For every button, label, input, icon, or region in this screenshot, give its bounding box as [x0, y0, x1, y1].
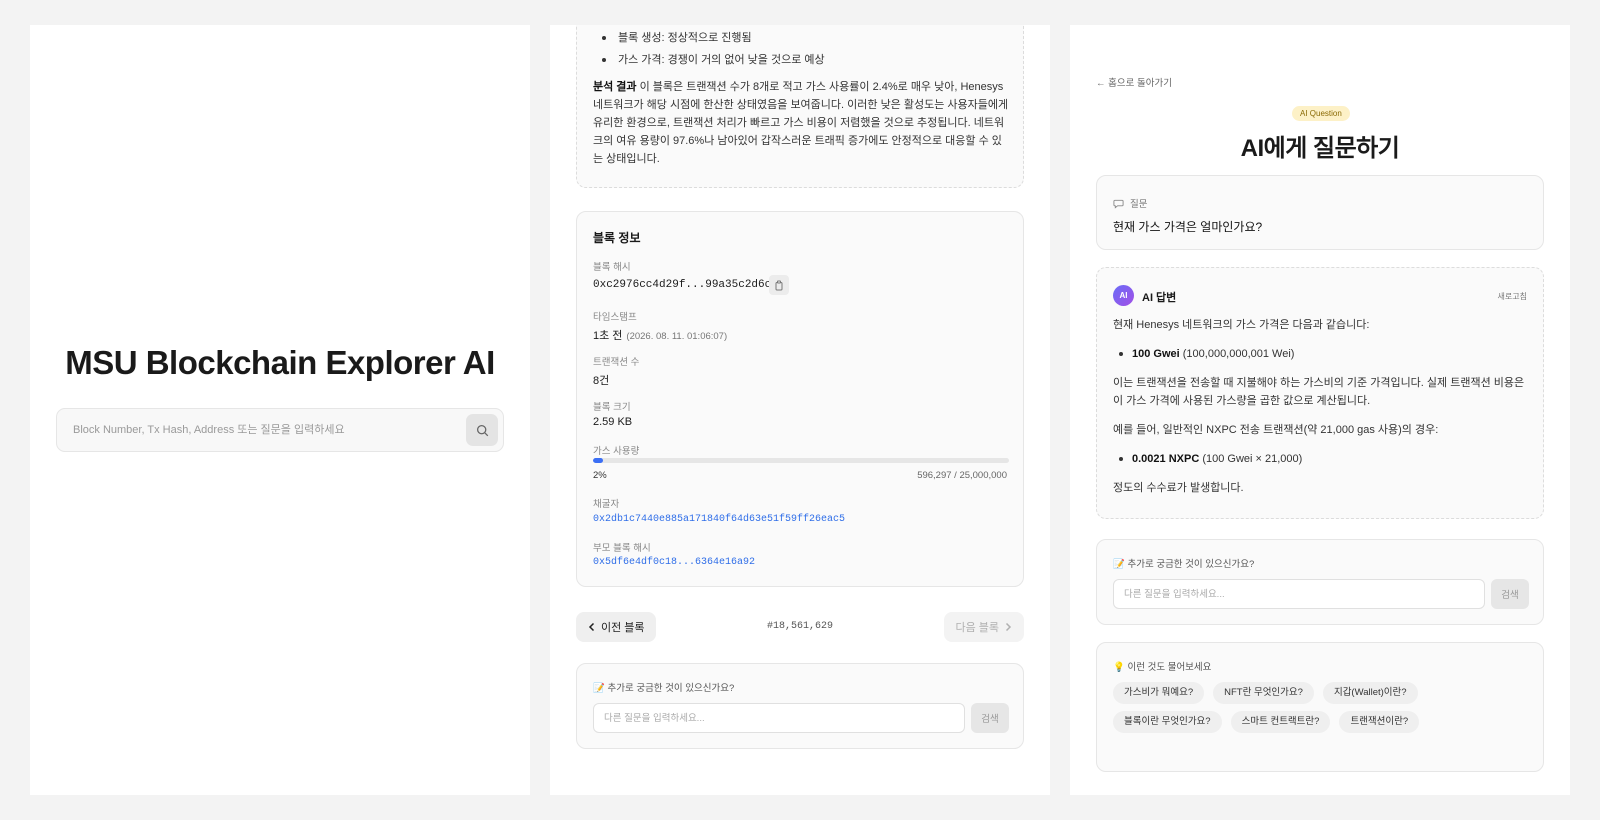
question-card: 질문 현재 가스 가격은 얼마인가요?: [1096, 175, 1544, 250]
home-title: MSU Blockchain Explorer AI: [65, 344, 495, 381]
analysis-bullets: 블록 생성: 정상적으로 진행됨 가스 가격: 경쟁이 거의 없어 낮을 것으로…: [602, 30, 825, 74]
answer-bullet-bold: 100 Gwei: [1132, 348, 1180, 360]
parent-hash-label: 부모 블록 해시: [593, 543, 651, 554]
page-title: AI에게 질문하기: [1240, 135, 1400, 162]
back-home-link[interactable]: ← 홈으로 돌아가기: [1096, 75, 1172, 89]
timestamp-relative: 1초 전: [593, 330, 623, 342]
block-info-title: 블록 정보: [593, 231, 641, 245]
ai-question-panel: ← 홈으로 돌아가기 AI Question AI에게 질문하기 질문 현재 가…: [1070, 25, 1570, 795]
block-navigation: 이전 블록 #18,561,629 다음 블록: [576, 612, 1024, 642]
timestamp-label: 타임스탬프: [593, 312, 637, 323]
followup-search-button[interactable]: 검색: [1491, 579, 1529, 609]
ai-avatar: AI: [1113, 285, 1134, 306]
analysis-result-text: 이 블록은 트랜잭션 수가 8개로 적고 가스 사용률이 2.4%로 매우 낮아…: [593, 81, 1009, 165]
answer-paragraph: 예를 들어, 일반적인 NXPC 전송 트랜잭션(약 21,000 gas 사용…: [1113, 424, 1439, 436]
suggestion-chip[interactable]: 블록이란 무엇인가요?: [1113, 711, 1222, 733]
analysis-result-label: 분석 결과: [593, 81, 637, 93]
block-size-label: 블록 크기: [593, 402, 631, 413]
answer-bullet-bold: 0.0021 NXPC: [1132, 453, 1200, 465]
search-icon: [476, 424, 488, 436]
block-hash-label: 블록 해시: [593, 262, 631, 273]
answer-card: AI AI 답변 새로고침 현재 Henesys 네트워크의 가스 가격은 다음…: [1096, 267, 1544, 519]
answer-intro: 현재 Henesys 네트워크의 가스 가격은 다음과 같습니다:: [1113, 319, 1370, 331]
answer-body: 현재 Henesys 네트워크의 가스 가격은 다음과 같습니다: 100 Gw…: [1113, 316, 1531, 508]
gas-usage-fill: [593, 458, 603, 463]
gas-usage-percent: 2%: [593, 470, 607, 481]
timestamp-absolute: (2026. 08. 11. 01:06:07): [626, 331, 728, 342]
question-label-row: 질문: [1113, 196, 1147, 210]
analysis-bullet: 블록 생성: 정상적으로 진행됨: [602, 30, 825, 52]
block-info-card: 블록 정보 블록 해시 0xc2976cc4d29f...99a35c2d6c …: [576, 211, 1024, 587]
suggestions-label: 💡 이런 것도 물어보세요: [1113, 662, 1212, 673]
followup-input[interactable]: [1113, 579, 1485, 609]
suggestions-card: 💡 이런 것도 물어보세요 가스비가 뭐예요? NFT란 무엇인가요? 지갑(W…: [1096, 642, 1544, 772]
timestamp-value: 1초 전 (2026. 08. 11. 01:06:07): [593, 327, 727, 343]
answer-title: AI 답변: [1142, 292, 1177, 304]
refresh-button[interactable]: 새로고침: [1498, 291, 1527, 302]
suggestion-chip[interactable]: NFT란 무엇인가요?: [1213, 682, 1314, 704]
answer-paragraph: 이는 트랜잭션을 전송할 때 지불해야 하는 가스비의 기준 가격입니다. 실제…: [1113, 377, 1525, 407]
analysis-card: 블록 생성: 정상적으로 진행됨 가스 가격: 경쟁이 거의 없어 낮을 것으로…: [576, 25, 1024, 188]
suggestion-chip[interactable]: 가스비가 뭐예요?: [1113, 682, 1205, 704]
tx-count-label: 트랜잭션 수: [593, 357, 640, 368]
suggestion-chip[interactable]: 지갑(Wallet)이란?: [1322, 682, 1418, 704]
parent-hash-link[interactable]: 0x5df6e4df0c18...6364e16a92: [593, 557, 755, 568]
answer-bullet-rest: (100 Gwei × 21,000): [1199, 453, 1303, 465]
home-search-input[interactable]: [57, 409, 457, 451]
answer-bullet-rest: (100,000,000,001 Wei): [1179, 348, 1295, 360]
block-hash-value: 0xc2976cc4d29f...99a35c2d6c: [593, 279, 772, 291]
answer-bullet: 0.0021 NXPC (100 Gwei × 21,000): [1113, 450, 1531, 468]
followup-card: 📝 추가로 궁금한 것이 있으신가요? 검색: [1096, 539, 1544, 625]
miner-label: 채굴자: [593, 499, 620, 510]
followup-card: 📝 추가로 궁금한 것이 있으신가요? 검색: [576, 663, 1024, 749]
ai-question-badge: AI Question: [1292, 106, 1350, 121]
answer-outro: 정도의 수수료가 발생합니다.: [1113, 482, 1244, 494]
miner-address-link[interactable]: 0x2db1c7440e885a171840f64d63e51f59ff26ea…: [593, 514, 845, 525]
home-search-button[interactable]: [466, 414, 498, 446]
chat-bubble-icon: [1113, 199, 1124, 209]
chevron-right-icon: [1005, 622, 1012, 632]
copy-hash-button[interactable]: [769, 275, 789, 295]
analysis-bullet: 가스 가격: 경쟁이 거의 없어 낮을 것으로 예상: [602, 52, 825, 74]
tx-count-value: 8건: [593, 375, 610, 387]
copy-icon: [775, 280, 783, 290]
followup-label: 📝 추가로 궁금한 것이 있으신가요?: [1113, 559, 1255, 570]
analysis-result: 분석 결과 이 블록은 트랜잭션 수가 8개로 적고 가스 사용률이 2.4%로…: [593, 78, 1011, 168]
followup-label: 📝 추가로 궁금한 것이 있으신가요?: [593, 683, 735, 694]
next-block-label: 다음 블록: [955, 622, 999, 634]
question-label: 질문: [1130, 199, 1148, 210]
next-block-button[interactable]: 다음 블록: [944, 612, 1024, 642]
gas-usage-detail: 596,297 / 25,000,000: [917, 470, 1007, 481]
suggestion-chip[interactable]: 트랜잭션이란?: [1339, 711, 1420, 733]
question-text: 현재 가스 가격은 얼마인가요?: [1113, 220, 1263, 234]
block-size-value: 2.59 KB: [593, 416, 633, 428]
gas-usage-label: 가스 사용량: [593, 446, 640, 457]
followup-search-button[interactable]: 검색: [971, 703, 1009, 733]
suggestion-chip[interactable]: 스마트 컨트랙트란?: [1230, 711, 1331, 733]
home-panel: MSU Blockchain Explorer AI: [30, 25, 530, 795]
answer-bullet: 100 Gwei (100,000,000,001 Wei): [1113, 345, 1531, 363]
suggestion-chips: 가스비가 뭐예요? NFT란 무엇인가요? 지갑(Wallet)이란? 블록이란…: [1113, 682, 1533, 733]
block-detail-panel: 블록 생성: 정상적으로 진행됨 가스 가격: 경쟁이 거의 없어 낮을 것으로…: [550, 25, 1050, 795]
gas-usage-bar: [593, 458, 1009, 463]
home-search-box: [56, 408, 504, 452]
followup-input[interactable]: [593, 703, 965, 733]
